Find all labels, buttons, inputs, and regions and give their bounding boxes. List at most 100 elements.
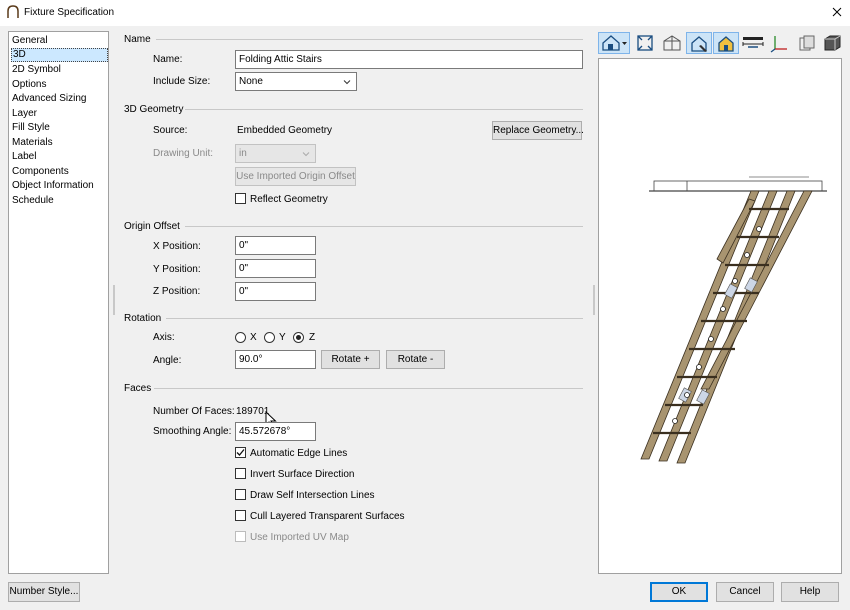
sidebar-item-general[interactable]: General <box>11 34 108 48</box>
origin-offset-heading: Origin Offset <box>124 221 180 232</box>
axis-z-label[interactable]: Z <box>309 332 315 343</box>
axis-x-label[interactable]: X <box>250 332 257 343</box>
title-bar <box>0 0 850 26</box>
reflect-geometry-label[interactable]: Reflect Geometry <box>250 194 328 205</box>
cull-layered-transparent-surfaces-label[interactable]: Cull Layered Transparent Surfaces <box>250 511 405 522</box>
fit-view-icon <box>637 35 653 51</box>
radio-selected-dot <box>296 335 301 340</box>
cancel-button[interactable]: Cancel <box>716 582 774 602</box>
dimension-button[interactable] <box>740 32 766 54</box>
name-label: Name: <box>153 54 183 65</box>
chevron-down-icon <box>302 152 310 157</box>
solid-box-button[interactable] <box>821 32 847 54</box>
axis-y-radio[interactable] <box>264 332 275 343</box>
faces-heading: Faces <box>124 383 152 394</box>
color-view-icon <box>718 36 734 52</box>
edge-view-button[interactable] <box>686 32 712 54</box>
category-list[interactable]: General 3D 2D Symbol Options Advanced Si… <box>8 31 109 574</box>
dimension-icon <box>742 37 764 48</box>
sidebar-item-fill-style[interactable]: Fill Style <box>11 121 108 135</box>
axes-icon <box>770 36 787 53</box>
angle-label: Angle: <box>153 355 182 366</box>
divider <box>154 388 583 389</box>
y-position-label: Y Position: <box>153 264 201 275</box>
cull-layered-transparent-surfaces-checkbox[interactable] <box>235 510 246 521</box>
include-size-select[interactable]: None <box>235 72 357 91</box>
left-splitter[interactable] <box>113 285 115 315</box>
source-value: Embedded Geometry <box>237 125 333 136</box>
drawing-unit-value: in <box>239 148 247 159</box>
draw-self-intersection-lines-checkbox[interactable] <box>235 489 246 500</box>
color-view-button[interactable] <box>713 32 739 54</box>
axis-label: Axis: <box>153 332 175 343</box>
name-group-heading: Name <box>124 34 151 45</box>
smoothing-angle-label: Smoothing Angle: <box>153 426 232 437</box>
axis-y-label[interactable]: Y <box>279 332 286 343</box>
window-title: Fixture Specification <box>24 7 115 18</box>
number-style-button[interactable]: Number Style... <box>8 582 80 602</box>
automatic-edge-lines-label[interactable]: Automatic Edge Lines <box>250 448 347 459</box>
sidebar-item-label[interactable]: Label <box>11 150 108 164</box>
divider <box>166 318 583 319</box>
sidebar-item-options[interactable]: Options <box>11 78 108 92</box>
transparency-icon <box>799 35 815 51</box>
geometry-group-heading: 3D Geometry <box>124 104 184 115</box>
chevron-down-icon <box>343 80 351 85</box>
invert-surface-direction-checkbox[interactable] <box>235 468 246 479</box>
fit-view-button[interactable] <box>632 32 658 54</box>
sidebar-item-schedule[interactable]: Schedule <box>11 194 108 208</box>
axis-z-radio[interactable] <box>293 332 304 343</box>
rotation-heading: Rotation <box>124 313 162 324</box>
smoothing-angle-input[interactable]: 45.572678° <box>235 422 316 441</box>
use-imported-uv-map-checkbox <box>235 531 246 542</box>
axis-x-radio[interactable] <box>235 332 246 343</box>
ok-button[interactable]: OK <box>650 582 708 602</box>
replace-geometry-button[interactable]: Replace Geometry... <box>492 121 584 140</box>
y-position-input[interactable]: 0" <box>235 259 316 278</box>
z-position-input[interactable]: 0" <box>235 282 316 301</box>
wireframe-view-button[interactable] <box>659 32 685 54</box>
sidebar-item-3d[interactable]: 3D <box>11 48 108 62</box>
close-icon <box>832 7 842 17</box>
divider <box>185 226 583 227</box>
x-position-label: X Position: <box>153 241 201 252</box>
3d-preview-pane[interactable] <box>598 58 842 574</box>
close-button[interactable] <box>829 4 845 20</box>
drawing-unit-label: Drawing Unit: <box>153 148 214 159</box>
include-size-label: Include Size: <box>153 76 211 87</box>
include-size-value: None <box>239 76 263 87</box>
source-label: Source: <box>153 125 188 136</box>
sidebar-item-2d-symbol[interactable]: 2D Symbol <box>11 63 108 77</box>
invert-surface-direction-label[interactable]: Invert Surface Direction <box>250 469 355 480</box>
sidebar-item-layer[interactable]: Layer <box>11 107 108 121</box>
divider <box>185 109 583 110</box>
right-splitter[interactable] <box>593 285 595 315</box>
help-button[interactable]: Help <box>781 582 839 602</box>
number-of-faces-label: Number Of Faces: <box>153 406 235 417</box>
edge-view-icon <box>691 36 707 52</box>
drawing-unit-select: in <box>235 144 316 163</box>
sidebar-item-advanced-sizing[interactable]: Advanced Sizing <box>11 92 108 106</box>
name-input[interactable]: Folding Attic Stairs <box>235 50 583 69</box>
app-logo-icon <box>7 5 19 18</box>
sidebar-item-materials[interactable]: Materials <box>11 136 108 150</box>
automatic-edge-lines-checkbox[interactable] <box>235 447 246 458</box>
camera-view-icon <box>602 35 627 51</box>
use-imported-origin-offset-button: Use Imported Origin Offset <box>235 167 356 186</box>
wireframe-view-icon <box>663 35 681 51</box>
camera-view-dropdown[interactable] <box>598 32 630 54</box>
reflect-geometry-checkbox[interactable] <box>235 193 246 204</box>
angle-input[interactable]: 90.0° <box>235 350 316 369</box>
z-position-label: Z Position: <box>153 286 201 297</box>
divider <box>156 39 583 40</box>
axes-button[interactable] <box>767 32 793 54</box>
draw-self-intersection-lines-label[interactable]: Draw Self Intersection Lines <box>250 490 375 501</box>
rotate-minus-button[interactable]: Rotate - <box>386 350 445 369</box>
sidebar-item-object-information[interactable]: Object Information <box>11 179 108 193</box>
rotate-plus-button[interactable]: Rotate + <box>321 350 380 369</box>
use-imported-uv-map-label: Use Imported UV Map <box>250 532 349 543</box>
checkmark-icon <box>236 449 245 456</box>
sidebar-item-components[interactable]: Components <box>11 165 108 179</box>
transparency-button[interactable] <box>794 32 820 54</box>
x-position-input[interactable]: 0" <box>235 236 316 255</box>
